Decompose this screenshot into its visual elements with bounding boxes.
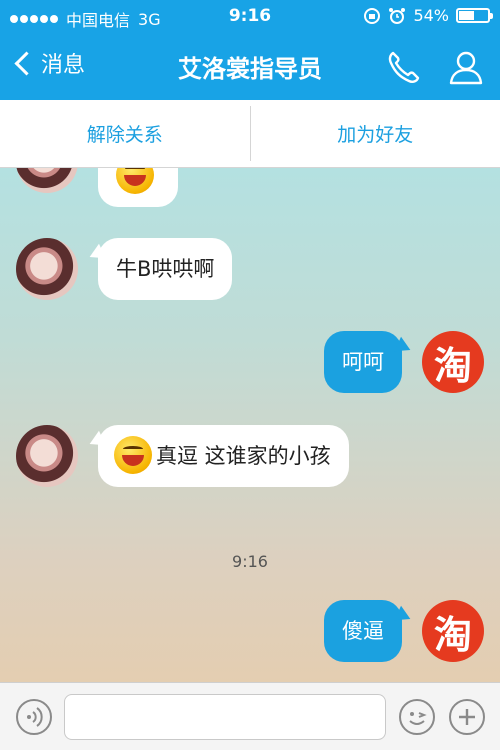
message-text: 傻逼	[342, 619, 384, 643]
unfriend-button[interactable]: 解除关系	[0, 100, 250, 167]
add-friend-button[interactable]: 加为好友	[251, 100, 500, 167]
emoji-button[interactable]	[399, 699, 435, 735]
message-bubble-incoming: 牛B哄哄啊	[98, 238, 233, 300]
message-bubble-incoming: 真逗 这谁家的小孩	[98, 425, 349, 487]
relation-action-bar: 解除关系 加为好友	[0, 100, 500, 168]
taobao-logo-icon: 淘	[433, 343, 472, 388]
chat-screen: 中国电信 3G 9:16 54% 消息 艾洛裳指导员 解除关系 加为好友 牛B哄…	[0, 0, 500, 750]
emoji-icon	[409, 712, 427, 725]
status-right: 54%	[363, 6, 493, 25]
my-avatar[interactable]: 淘	[422, 331, 484, 393]
message-text: 牛B哄哄啊	[116, 257, 215, 281]
message-text: 呵呵	[342, 350, 384, 374]
contact-avatar[interactable]	[16, 425, 78, 487]
battery-icon	[456, 8, 493, 23]
contact-icon[interactable]	[446, 47, 486, 87]
battery-fill	[459, 11, 474, 20]
contact-avatar[interactable]	[16, 238, 78, 300]
message-input[interactable]	[64, 694, 386, 740]
grin-icon	[114, 436, 152, 474]
orientation-lock-icon	[364, 7, 381, 24]
message-timestamp: 9:16	[232, 552, 268, 571]
more-button[interactable]	[449, 699, 485, 735]
nav-bar: 消息 艾洛裳指导员	[0, 33, 500, 100]
voice-button[interactable]	[16, 699, 52, 735]
page-title: 艾洛裳指导员	[178, 55, 322, 83]
message-text: 真逗 这谁家的小孩	[156, 444, 331, 468]
input-bar	[0, 682, 500, 750]
phone-icon[interactable]	[384, 47, 424, 87]
battery-percent: 54%	[413, 6, 449, 25]
status-bar: 中国电信 3G 9:16 54%	[0, 0, 500, 33]
voice-icon	[27, 707, 43, 727]
taobao-logo-icon: 淘	[433, 612, 472, 657]
alarm-icon	[389, 7, 406, 24]
my-avatar[interactable]: 淘	[422, 600, 484, 662]
message-bubble-outgoing: 呵呵	[324, 331, 402, 393]
message-bubble-outgoing: 傻逼	[324, 600, 402, 662]
plus-icon	[459, 709, 475, 725]
